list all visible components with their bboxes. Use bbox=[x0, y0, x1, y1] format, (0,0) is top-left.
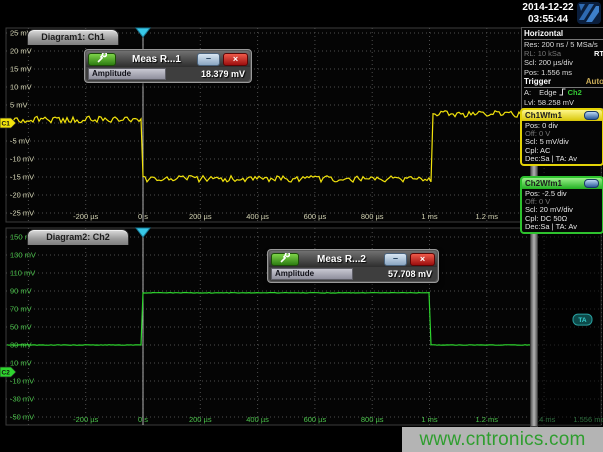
svg-text:400 µs: 400 µs bbox=[246, 415, 269, 424]
svg-text:-200 µs: -200 µs bbox=[73, 415, 98, 424]
svg-text:-50 mV: -50 mV bbox=[10, 413, 34, 422]
svg-text:800 µs: 800 µs bbox=[361, 415, 384, 424]
beyond-record-dim-overlay bbox=[537, 228, 601, 425]
svg-text:C2: C2 bbox=[2, 370, 11, 377]
ch2wfm1-details: Pos: -2.5 div Off: 0 V Scl: 20 mV/div Cp… bbox=[522, 189, 602, 232]
svg-text:200 µs: 200 µs bbox=[189, 415, 212, 424]
trigger-mode-badge: Auto bbox=[586, 77, 603, 87]
wrench-icon bbox=[280, 250, 290, 268]
svg-text:1.2 ms: 1.2 ms bbox=[476, 415, 499, 424]
edge-trigger-icon bbox=[559, 88, 566, 98]
ch1wfm1-title: Ch1Wfm1 bbox=[525, 111, 562, 120]
svg-text:15 mV: 15 mV bbox=[10, 65, 32, 74]
minimized-waveform-icon bbox=[584, 111, 599, 120]
ch1-decimation: Dec:Sa | TA: Av bbox=[525, 155, 599, 163]
svg-text:0 s: 0 s bbox=[138, 415, 148, 424]
svg-text:20 mV: 20 mV bbox=[10, 47, 32, 56]
svg-text:90 mV: 90 mV bbox=[10, 287, 32, 296]
meas2-close-button[interactable]: × bbox=[410, 253, 435, 266]
svg-text:5 mV: 5 mV bbox=[10, 101, 28, 110]
date-text: 2014-12-22 bbox=[519, 2, 577, 14]
ch1wfm1-header[interactable]: Ch1Wfm1 bbox=[522, 110, 602, 121]
horizontal-trigger-infobox[interactable]: Horizontal Res: 200 ns / 5 MSa/s RL: 10 … bbox=[521, 27, 603, 109]
trigger-section-title: Trigger Auto bbox=[524, 77, 603, 88]
svg-text:TA: TA bbox=[578, 317, 586, 324]
svg-text:C1: C1 bbox=[2, 121, 11, 128]
svg-text:-25 mV: -25 mV bbox=[10, 209, 34, 218]
ch2wfm1-header[interactable]: Ch2Wfm1 bbox=[522, 178, 602, 189]
ch1wfm1-details: Pos: 0 div Off: 0 V Scl: 5 mV/div Cpl: A… bbox=[522, 121, 602, 164]
svg-text:-5 mV: -5 mV bbox=[10, 137, 30, 146]
meas-results-1-popup[interactable]: Meas R...1 – × Amplitude 18.379 mV bbox=[84, 49, 252, 83]
watermark-banner: www.cntronics.com bbox=[402, 427, 603, 452]
meas2-amplitude-value: 57.708 mV bbox=[357, 269, 435, 279]
svg-text:1 ms: 1 ms bbox=[421, 212, 438, 221]
svg-text:800 µs: 800 µs bbox=[361, 212, 384, 221]
svg-text:600 µs: 600 µs bbox=[304, 212, 327, 221]
tab-diagram2-ch2[interactable]: Diagram2: Ch2 bbox=[27, 229, 129, 245]
trigger-source-row: A: Edge Ch2 bbox=[524, 88, 603, 98]
svg-text:600 µs: 600 µs bbox=[304, 415, 327, 424]
horizontal-resolution: Res: 200 ns / 5 MSa/s bbox=[524, 40, 603, 49]
svg-text:-15 mV: -15 mV bbox=[10, 173, 34, 182]
meas2-settings-button[interactable] bbox=[271, 253, 299, 266]
meas1-titlebar[interactable]: Meas R...1 – × bbox=[86, 51, 250, 67]
svg-text:-10 mV: -10 mV bbox=[10, 155, 34, 164]
meas1-result-row: Amplitude 18.379 mV bbox=[86, 67, 250, 81]
meas1-settings-button[interactable] bbox=[88, 53, 116, 66]
meas1-title: Meas R...1 bbox=[119, 54, 194, 65]
meas2-minimize-button[interactable]: – bbox=[384, 253, 407, 266]
svg-text:10 mV: 10 mV bbox=[10, 359, 32, 368]
meas1-amplitude-value: 18.379 mV bbox=[170, 69, 248, 79]
svg-text:50 mV: 50 mV bbox=[10, 323, 32, 332]
rohde-schwarz-logo bbox=[577, 2, 601, 24]
meas1-amplitude-label: Amplitude bbox=[88, 68, 166, 80]
realtime-badge: RT bbox=[594, 49, 603, 58]
svg-text:200 µs: 200 µs bbox=[189, 212, 212, 221]
minimized-waveform-icon bbox=[584, 179, 599, 188]
svg-text:110 mV: 110 mV bbox=[10, 269, 35, 278]
ch2wfm1-title: Ch2Wfm1 bbox=[525, 179, 562, 188]
meas2-result-row: Amplitude 57.708 mV bbox=[269, 267, 437, 281]
svg-text:130 mV: 130 mV bbox=[10, 251, 36, 260]
horizontal-position: Pos: 1.556 ms bbox=[524, 68, 603, 77]
tab-diagram1-ch1[interactable]: Diagram1: Ch1 bbox=[27, 29, 119, 45]
datetime-display: 2014-12-22 03:55:44 bbox=[519, 2, 577, 26]
meas2-title: Meas R...2 bbox=[302, 254, 381, 265]
meas2-titlebar[interactable]: Meas R...2 – × bbox=[269, 251, 437, 267]
time-text: 03:55:44 bbox=[519, 14, 577, 26]
svg-text:1.2 ms: 1.2 ms bbox=[476, 212, 499, 221]
trigger-source-channel: Ch2 bbox=[568, 88, 582, 97]
meas1-minimize-button[interactable]: – bbox=[197, 53, 220, 66]
svg-text:-10 mV: -10 mV bbox=[10, 377, 34, 386]
horizontal-section-title: Horizontal bbox=[524, 29, 603, 40]
meas2-amplitude-label: Amplitude bbox=[271, 268, 353, 280]
svg-text:1 ms: 1 ms bbox=[421, 415, 438, 424]
ch2-decimation: Dec:Sa | TA: Av bbox=[525, 223, 599, 231]
wrench-icon bbox=[97, 50, 107, 68]
svg-text:400 µs: 400 µs bbox=[246, 212, 269, 221]
svg-text:30 mV: 30 mV bbox=[10, 341, 32, 350]
trigger-level-row: Lvl: 58.258 mV bbox=[524, 98, 603, 107]
meas-results-2-popup[interactable]: Meas R...2 – × Amplitude 57.708 mV bbox=[267, 249, 439, 283]
svg-text:1.556 ms: 1.556 ms bbox=[573, 415, 603, 424]
meas1-close-button[interactable]: × bbox=[223, 53, 248, 66]
svg-text:-30 mV: -30 mV bbox=[10, 395, 34, 404]
ch2wfm1-signal-box[interactable]: Ch2Wfm1 Pos: -2.5 div Off: 0 V Scl: 20 m… bbox=[520, 176, 603, 234]
svg-text:0 s: 0 s bbox=[138, 212, 148, 221]
ch1wfm1-signal-box[interactable]: Ch1Wfm1 Pos: 0 div Off: 0 V Scl: 5 mV/di… bbox=[520, 108, 603, 166]
svg-text:-200 µs: -200 µs bbox=[73, 212, 98, 221]
horizontal-record-length: RL: 10 kSa RT bbox=[524, 49, 603, 58]
svg-text:-20 mV: -20 mV bbox=[10, 191, 34, 200]
oscilloscope-screen: 25 mV20 mV15 mV10 mV5 mV-5 mV-10 mV-15 m… bbox=[0, 0, 603, 452]
svg-text:70 mV: 70 mV bbox=[10, 305, 32, 314]
horizontal-scale: Scl: 200 µs/div bbox=[524, 58, 603, 67]
svg-text:10 mV: 10 mV bbox=[10, 83, 32, 92]
